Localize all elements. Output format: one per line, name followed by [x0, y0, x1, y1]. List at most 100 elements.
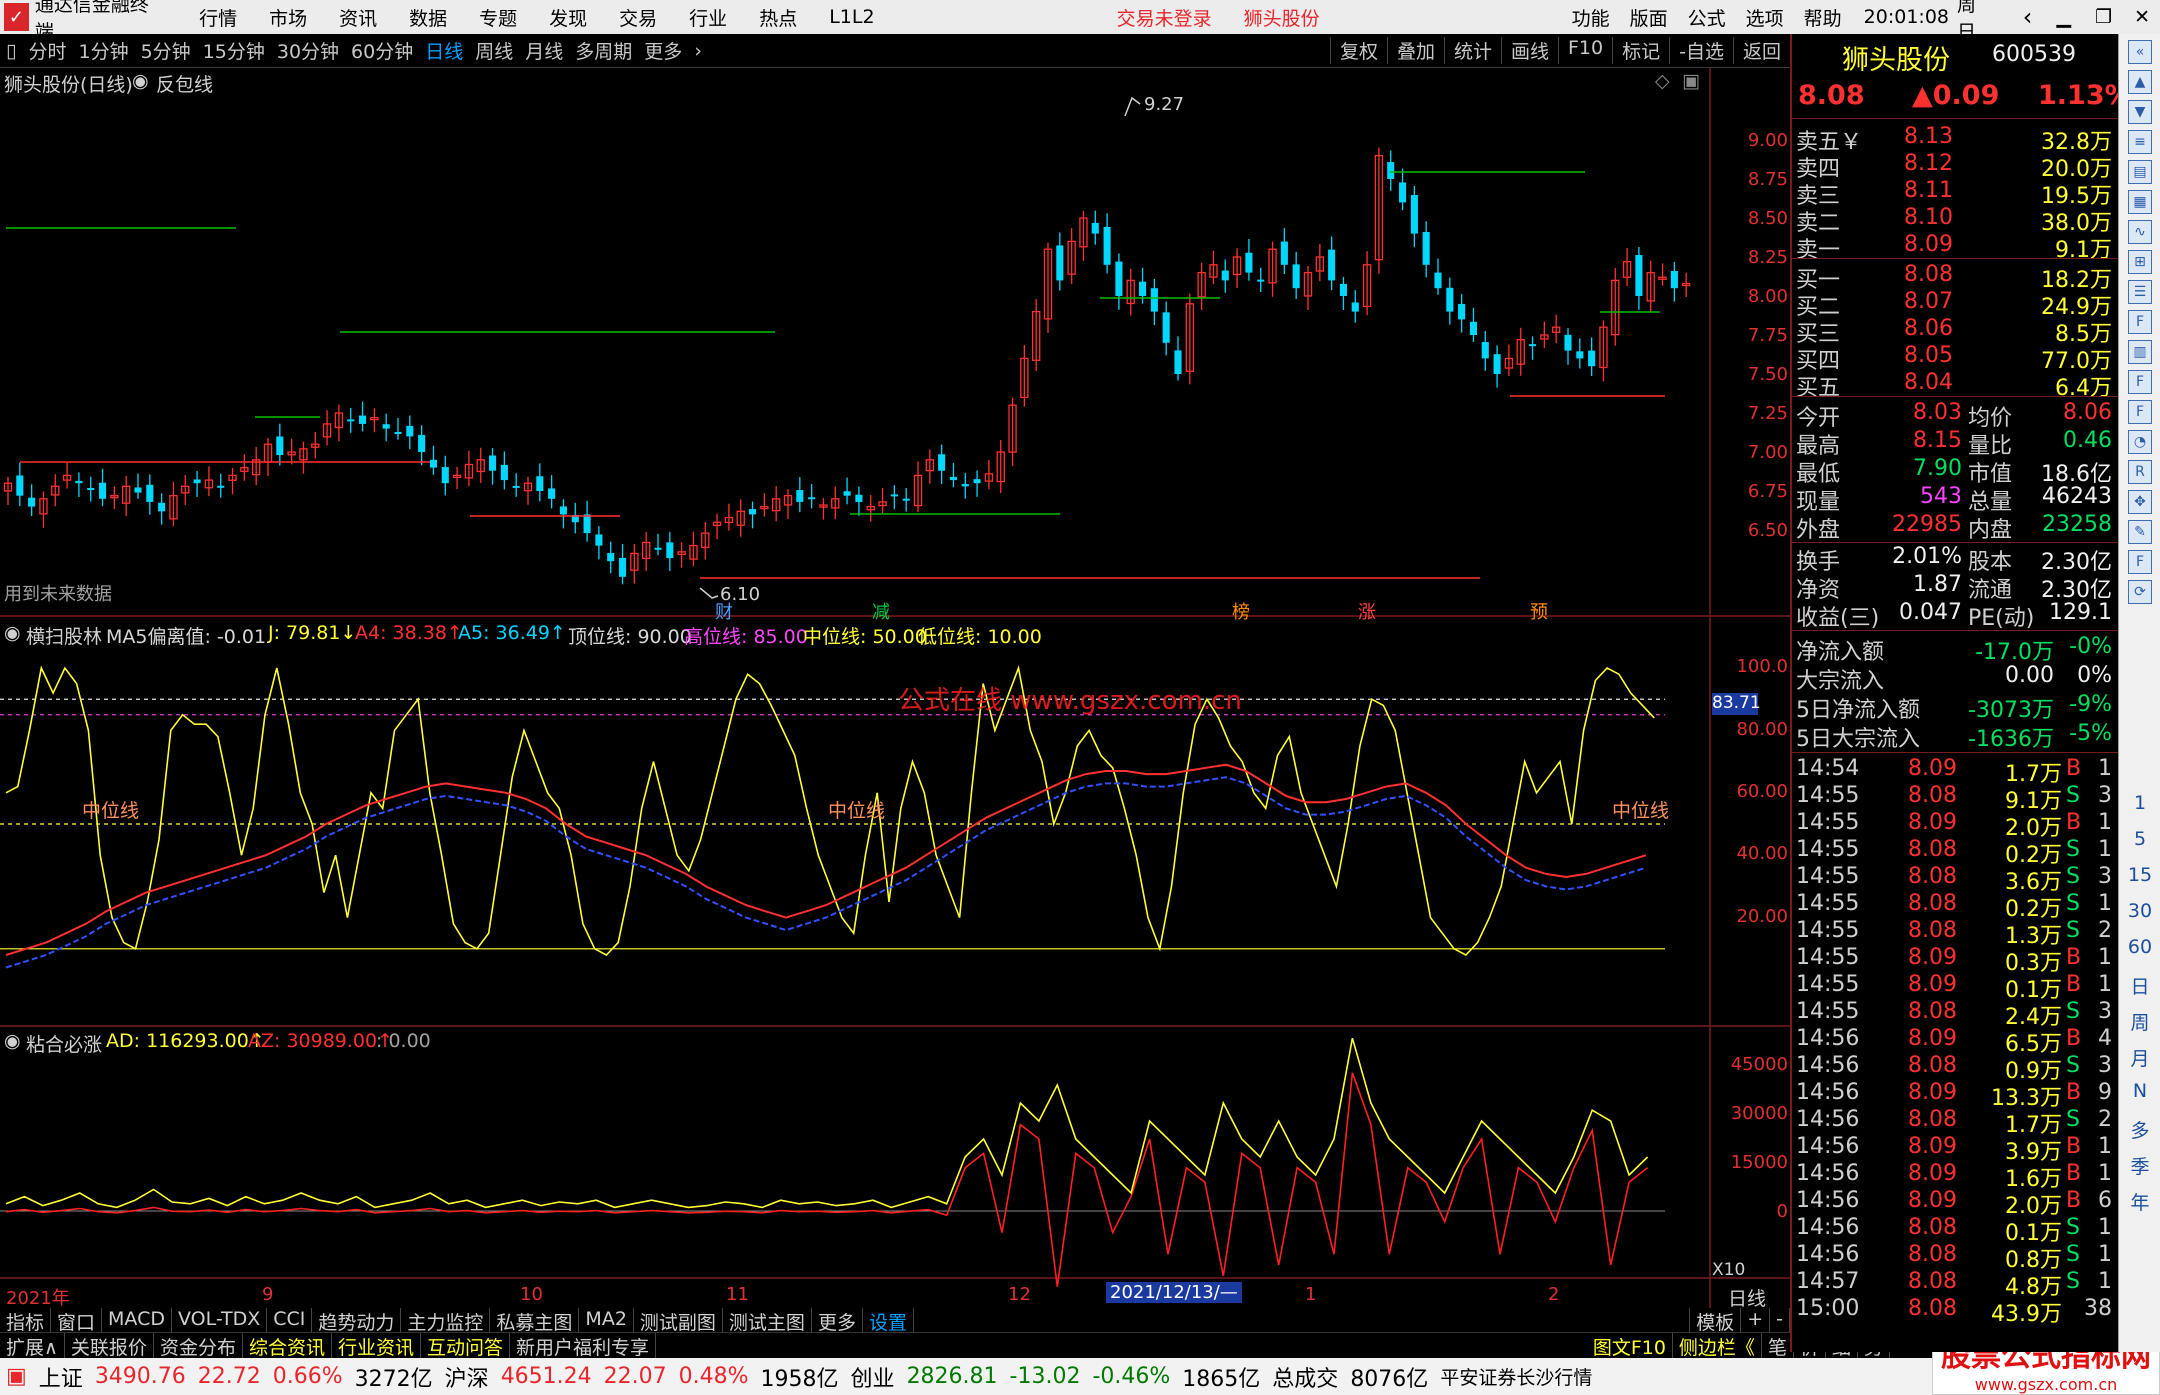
zoom-out-button[interactable]: -: [1770, 1308, 1790, 1332]
index-name[interactable]: 上证: [33, 1361, 89, 1393]
period-shortcut[interactable]: 季: [2119, 1152, 2160, 1179]
tick-row[interactable]: 14:55 8.08 2.4万 S 3: [1792, 999, 2118, 1030]
tab-news[interactable]: 综合资讯: [243, 1333, 332, 1359]
menu-layout[interactable]: 版面: [1620, 4, 1678, 31]
up-icon[interactable]: ▲: [2128, 70, 2152, 94]
fin-icon[interactable]: F: [2128, 310, 2152, 334]
menu-item[interactable]: 市场: [253, 4, 323, 31]
bid-row[interactable]: 买一 8.08 18.2万: [1792, 262, 2118, 293]
list-icon[interactable]: ≡: [2128, 130, 2152, 154]
indicator-dot-icon[interactable]: ◉: [4, 622, 21, 644]
fund-row[interactable]: 换手 2.01% 股本 2.30亿: [1792, 544, 2118, 575]
stat-row[interactable]: 今开 8.03 均价 8.06: [1792, 400, 2118, 431]
stat-row[interactable]: 最高 8.15 量比 0.46: [1792, 428, 2118, 459]
period-tab[interactable]: 月线: [519, 37, 569, 64]
bid-row[interactable]: 买二 8.07 24.9万: [1792, 289, 2118, 320]
period-shortcut[interactable]: 5: [2119, 828, 2160, 850]
period-tab-active[interactable]: 日线: [419, 37, 469, 64]
period-shortcut[interactable]: 1: [2119, 792, 2160, 814]
period-tab[interactable]: 60分钟: [345, 37, 419, 64]
period-menu-icon[interactable]: ▯: [0, 40, 22, 62]
stat-row[interactable]: 最低 7.90 市值 18.6亿: [1792, 456, 2118, 487]
tick-row[interactable]: 14:56 8.08 0.1万 S 1: [1792, 1215, 2118, 1246]
minimize-icon[interactable]: ▁: [2044, 6, 2083, 28]
move-icon[interactable]: ✥: [2128, 490, 2152, 514]
tab-more[interactable]: 更多: [812, 1308, 863, 1334]
flow-row[interactable]: 5日大宗流入 -1636万 -5%: [1792, 721, 2118, 752]
event-marker-list[interactable]: 榜: [1232, 598, 1250, 624]
flow-row[interactable]: 大宗流入 0.00 0%: [1792, 663, 2118, 694]
flow-row[interactable]: 5日净流入额 -3073万 -9%: [1792, 692, 2118, 723]
ask-row[interactable]: 卖一 8.09 9.1万: [1792, 232, 2118, 263]
table-icon[interactable]: ☰: [2128, 280, 2152, 304]
chevron-right-icon[interactable]: ›: [688, 40, 708, 62]
period-shortcut[interactable]: 多: [2119, 1116, 2160, 1143]
tick-row[interactable]: 14:55 8.09 0.1万 B 1: [1792, 972, 2118, 1003]
close-icon[interactable]: ✕: [2124, 6, 2160, 28]
tab-private[interactable]: 私募主图: [490, 1308, 580, 1334]
period-shortcut[interactable]: 30: [2119, 900, 2160, 922]
trade-status[interactable]: 交易未登录: [1101, 4, 1228, 31]
tab-window[interactable]: 窗口: [51, 1308, 103, 1334]
f2-icon[interactable]: F: [2128, 400, 2152, 424]
bid-row[interactable]: 买五 8.04 6.4万: [1792, 370, 2118, 401]
action-button[interactable]: 标记: [1612, 37, 1669, 64]
menu-item[interactable]: 专题: [463, 4, 533, 31]
tab-industry-news[interactable]: 行业资讯: [332, 1333, 421, 1359]
tick-row[interactable]: 14:55 8.09 0.3万 B 1: [1792, 945, 2118, 976]
menu-item[interactable]: 热点: [743, 4, 813, 31]
index-name[interactable]: 创业: [845, 1361, 901, 1393]
indicator-dot-icon[interactable]: ◉: [4, 1030, 21, 1052]
action-button[interactable]: 统计: [1443, 37, 1501, 64]
fs-icon[interactable]: F: [2128, 550, 2152, 574]
tab-f10[interactable]: 图文F10: [1587, 1333, 1673, 1359]
menu-item[interactable]: 发现: [533, 4, 603, 31]
ask-row[interactable]: 卖二 8.10 38.0万: [1792, 205, 2118, 236]
period-shortcut[interactable]: N: [2119, 1080, 2160, 1102]
rsi-icon[interactable]: R: [2128, 460, 2152, 484]
back-icon[interactable]: ‹: [2011, 3, 2045, 31]
tick-row[interactable]: 14:55 8.08 0.2万 S 1: [1792, 837, 2118, 868]
period-shortcut[interactable]: 60: [2119, 936, 2160, 958]
stat-row[interactable]: 外盘 22985 内盘 23258: [1792, 512, 2118, 543]
action-button[interactable]: 返回: [1732, 37, 1790, 64]
period-tab[interactable]: 30分钟: [271, 37, 345, 64]
event-marker-reduce[interactable]: 减: [872, 598, 890, 624]
ask-row[interactable]: 卖三 8.11 19.5万: [1792, 178, 2118, 209]
tick-row[interactable]: 14:56 8.09 13.3万 B 9: [1792, 1080, 2118, 1111]
event-marker-limit-up[interactable]: 涨: [1358, 598, 1376, 624]
tick-row[interactable]: 14:56 8.08 0.9万 S 3: [1792, 1053, 2118, 1084]
event-marker-finance[interactable]: 财: [715, 598, 733, 624]
ask-row[interactable]: 卖五￥ 8.13 32.8万: [1792, 124, 2118, 155]
tick-row[interactable]: 15:00 8.08 43.9万 38: [1792, 1296, 2118, 1327]
clock-icon[interactable]: ◔: [2128, 430, 2152, 454]
period-tab[interactable]: 多周期: [569, 37, 638, 64]
event-marker-forecast[interactable]: 预: [1530, 598, 1548, 624]
tab-ma2[interactable]: MA2: [579, 1308, 634, 1332]
chart-icon[interactable]: ▤: [2128, 160, 2152, 184]
menu-item[interactable]: 资讯: [323, 4, 393, 31]
tab-cci[interactable]: CCI: [267, 1308, 313, 1332]
tab-sidebar[interactable]: 侧边栏《: [1673, 1333, 1762, 1359]
tab-qa[interactable]: 互动问答: [421, 1333, 510, 1359]
action-button[interactable]: F10: [1558, 37, 1612, 64]
menu-function[interactable]: 功能: [1562, 4, 1620, 31]
template-button[interactable]: 模板: [1689, 1308, 1742, 1334]
tick-row[interactable]: 14:55 8.09 2.0万 B 1: [1792, 810, 2118, 841]
action-button[interactable]: -自选: [1669, 37, 1733, 64]
tick-row[interactable]: 14:56 8.08 0.8万 S 1: [1792, 1242, 2118, 1273]
tab-test-main[interactable]: 测试主图: [723, 1308, 812, 1334]
action-button[interactable]: 叠加: [1386, 37, 1444, 64]
tab-main-force[interactable]: 主力监控: [401, 1308, 491, 1334]
grid-icon[interactable]: ▦: [2128, 190, 2152, 214]
period-tab[interactable]: 15分钟: [197, 37, 271, 64]
period-shortcut[interactable]: 年: [2119, 1188, 2160, 1215]
tab-trend[interactable]: 趋势动力: [312, 1308, 402, 1334]
bar-icon[interactable]: ▥: [2128, 340, 2152, 364]
period-shortcut[interactable]: 日: [2119, 972, 2160, 999]
tab-fund-dist[interactable]: 资金分布: [154, 1333, 243, 1359]
action-button[interactable]: 画线: [1500, 37, 1558, 64]
menu-item[interactable]: 交易: [603, 4, 673, 31]
tick-row[interactable]: 14:57 8.08 4.8万 S 1: [1792, 1269, 2118, 1300]
tab-settings[interactable]: 设置: [863, 1308, 914, 1334]
